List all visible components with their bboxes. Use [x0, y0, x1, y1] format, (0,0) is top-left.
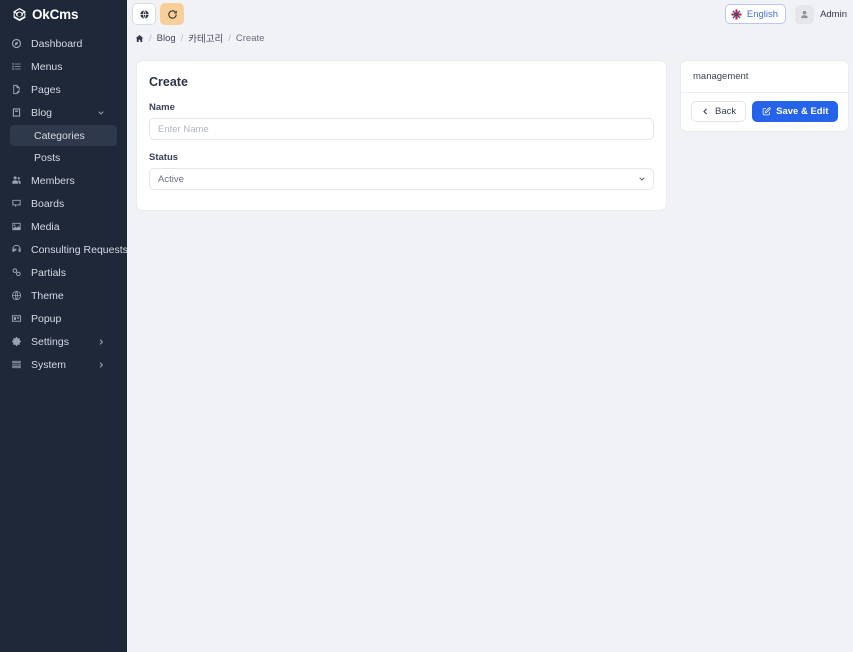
- file-icon: [11, 84, 22, 95]
- name-label: Name: [149, 102, 654, 113]
- sidebar-item-label: Menus: [31, 61, 63, 73]
- sidebar-subitem-label: Posts: [34, 152, 60, 164]
- gear-icon: [11, 336, 22, 347]
- app-root: OkCms Dashboard Menus Pages Blog Cat: [0, 0, 853, 652]
- sidebar-item-label: Dashboard: [31, 38, 82, 50]
- name-field-group: Name: [149, 102, 654, 140]
- refresh-icon: [167, 9, 178, 20]
- sidebar-item-categories[interactable]: Categories: [10, 125, 117, 146]
- topbar: English Admin: [127, 0, 853, 28]
- management-panel-actions: Back Save & Edit: [681, 93, 848, 131]
- language-label: English: [747, 9, 778, 20]
- chevron-right-icon: [97, 361, 105, 369]
- home-icon[interactable]: [135, 34, 144, 43]
- breadcrumb-item-blog[interactable]: Blog: [157, 33, 176, 44]
- sidebar-nav: Dashboard Menus Pages Blog Categories Po…: [0, 32, 127, 376]
- status-select-wrapper: Active: [149, 168, 654, 190]
- brand[interactable]: OkCms: [0, 0, 127, 28]
- sidebar-item-label: Theme: [31, 290, 64, 302]
- sidebar: OkCms Dashboard Menus Pages Blog Cat: [0, 0, 127, 652]
- popup-icon: [11, 313, 22, 324]
- main-area: English Admin / Blog / 카테고리 / Create Cre: [127, 0, 853, 652]
- user-menu[interactable]: Admin: [795, 5, 847, 24]
- language-selector[interactable]: English: [725, 4, 786, 24]
- management-panel-title: management: [681, 61, 848, 93]
- sidebar-item-blog[interactable]: Blog: [0, 101, 127, 124]
- sidebar-item-posts[interactable]: Posts: [10, 147, 117, 168]
- chevron-right-icon: [97, 338, 105, 346]
- breadcrumb-separator: /: [181, 33, 184, 44]
- topbar-right-actions: English Admin: [725, 4, 847, 24]
- globe-icon: [139, 9, 150, 20]
- breadcrumb-separator: /: [228, 33, 231, 44]
- list-icon: [11, 61, 22, 72]
- sidebar-item-dashboard[interactable]: Dashboard: [0, 32, 127, 55]
- refresh-button[interactable]: [160, 3, 184, 25]
- image-icon: [11, 221, 22, 232]
- sidebar-item-settings[interactable]: Settings: [0, 330, 127, 353]
- board-icon: [11, 198, 22, 209]
- blog-icon: [11, 107, 22, 118]
- back-button[interactable]: Back: [691, 101, 746, 122]
- brand-name: OkCms: [32, 7, 78, 22]
- sidebar-item-theme[interactable]: Theme: [0, 284, 127, 307]
- globe-button[interactable]: [132, 3, 156, 25]
- topbar-left-actions: [132, 3, 184, 25]
- status-label: Status: [149, 152, 654, 163]
- save-and-edit-button-label: Save & Edit: [776, 106, 828, 117]
- uk-flag-icon: [731, 9, 742, 20]
- sidebar-item-boards[interactable]: Boards: [0, 192, 127, 215]
- sidebar-item-label: Partials: [31, 267, 66, 279]
- management-panel: management Back Save & Edit: [680, 60, 849, 132]
- sidebar-item-media[interactable]: Media: [0, 215, 127, 238]
- breadcrumb-item-create: Create: [236, 33, 265, 44]
- create-form-card: Create Name Status Active: [136, 60, 667, 211]
- back-button-label: Back: [715, 106, 736, 117]
- breadcrumb: / Blog / 카테고리 / Create: [127, 28, 853, 48]
- sidebar-item-label: Popup: [31, 313, 61, 325]
- sidebar-item-pages[interactable]: Pages: [0, 78, 127, 101]
- user-name: Admin: [820, 9, 847, 20]
- status-field-group: Status Active: [149, 152, 654, 190]
- edit-icon: [762, 107, 771, 116]
- chevron-down-icon: [97, 109, 105, 117]
- breadcrumb-item-category[interactable]: 카테고리: [188, 31, 223, 45]
- system-icon: [11, 359, 22, 370]
- sidebar-item-label: Media: [31, 221, 60, 233]
- sidebar-item-consulting-requests[interactable]: Consulting Requests: [0, 238, 127, 261]
- sidebar-item-label: Boards: [31, 198, 64, 210]
- sidebar-item-label: Blog: [31, 107, 52, 119]
- sidebar-item-partials[interactable]: Partials: [0, 261, 127, 284]
- page-title: Create: [149, 75, 654, 89]
- headset-icon: [11, 244, 22, 255]
- name-input[interactable]: [149, 118, 654, 140]
- sidebar-item-label: System: [31, 359, 66, 371]
- sidebar-item-label: Settings: [31, 336, 69, 348]
- sidebar-subitem-label: Categories: [34, 130, 85, 142]
- sidebar-item-system[interactable]: System: [0, 353, 127, 376]
- breadcrumb-separator: /: [149, 33, 152, 44]
- sidebar-item-members[interactable]: Members: [0, 169, 127, 192]
- members-icon: [11, 175, 22, 186]
- chevron-left-icon: [701, 107, 710, 116]
- sidebar-item-label: Pages: [31, 84, 61, 96]
- sidebar-item-label: Members: [31, 175, 75, 187]
- globe-icon: [11, 290, 22, 301]
- sidebar-item-label: Consulting Requests: [31, 244, 128, 256]
- partials-icon: [11, 267, 22, 278]
- dashboard-icon: [11, 38, 22, 49]
- sidebar-item-menus[interactable]: Menus: [0, 55, 127, 78]
- save-and-edit-button[interactable]: Save & Edit: [752, 101, 838, 122]
- cube-logo-icon: [12, 7, 27, 22]
- avatar: [795, 5, 814, 24]
- content-area: Create Name Status Active management: [127, 48, 853, 211]
- sidebar-item-popup[interactable]: Popup: [0, 307, 127, 330]
- user-avatar-icon: [799, 9, 810, 20]
- status-select[interactable]: Active: [149, 168, 654, 190]
